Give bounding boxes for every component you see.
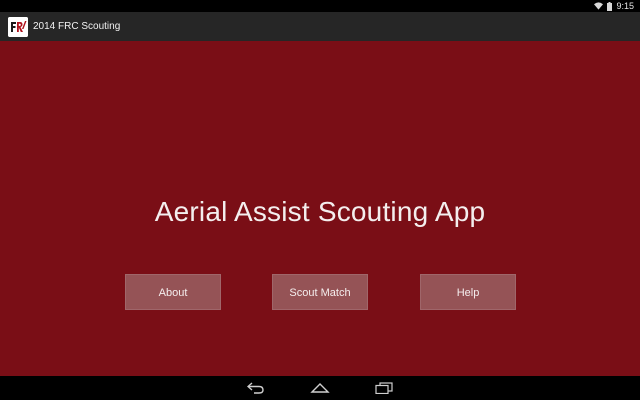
- home-icon[interactable]: [305, 380, 335, 396]
- battery-icon: [607, 1, 613, 11]
- status-bar: 9:15: [0, 0, 640, 12]
- scout-match-button[interactable]: Scout Match: [272, 274, 368, 310]
- frc-logo-icon[interactable]: [8, 16, 28, 37]
- action-bar: 2014 FRC Scouting: [0, 12, 640, 41]
- navigation-bar: [0, 376, 640, 400]
- help-button[interactable]: Help: [420, 274, 516, 310]
- wifi-icon: [594, 2, 604, 10]
- app-title: 2014 FRC Scouting: [33, 21, 121, 32]
- clock: 9:15: [616, 1, 634, 11]
- back-icon[interactable]: [241, 380, 271, 396]
- device-screen: 9:15 2014 FRC Scouting Aerial Assist Sco…: [0, 0, 640, 400]
- page-title: Aerial Assist Scouting App: [154, 196, 486, 227]
- recents-icon[interactable]: [369, 380, 399, 396]
- about-button[interactable]: About: [125, 274, 221, 310]
- main-content: Aerial Assist Scouting App About Scout M…: [0, 41, 640, 376]
